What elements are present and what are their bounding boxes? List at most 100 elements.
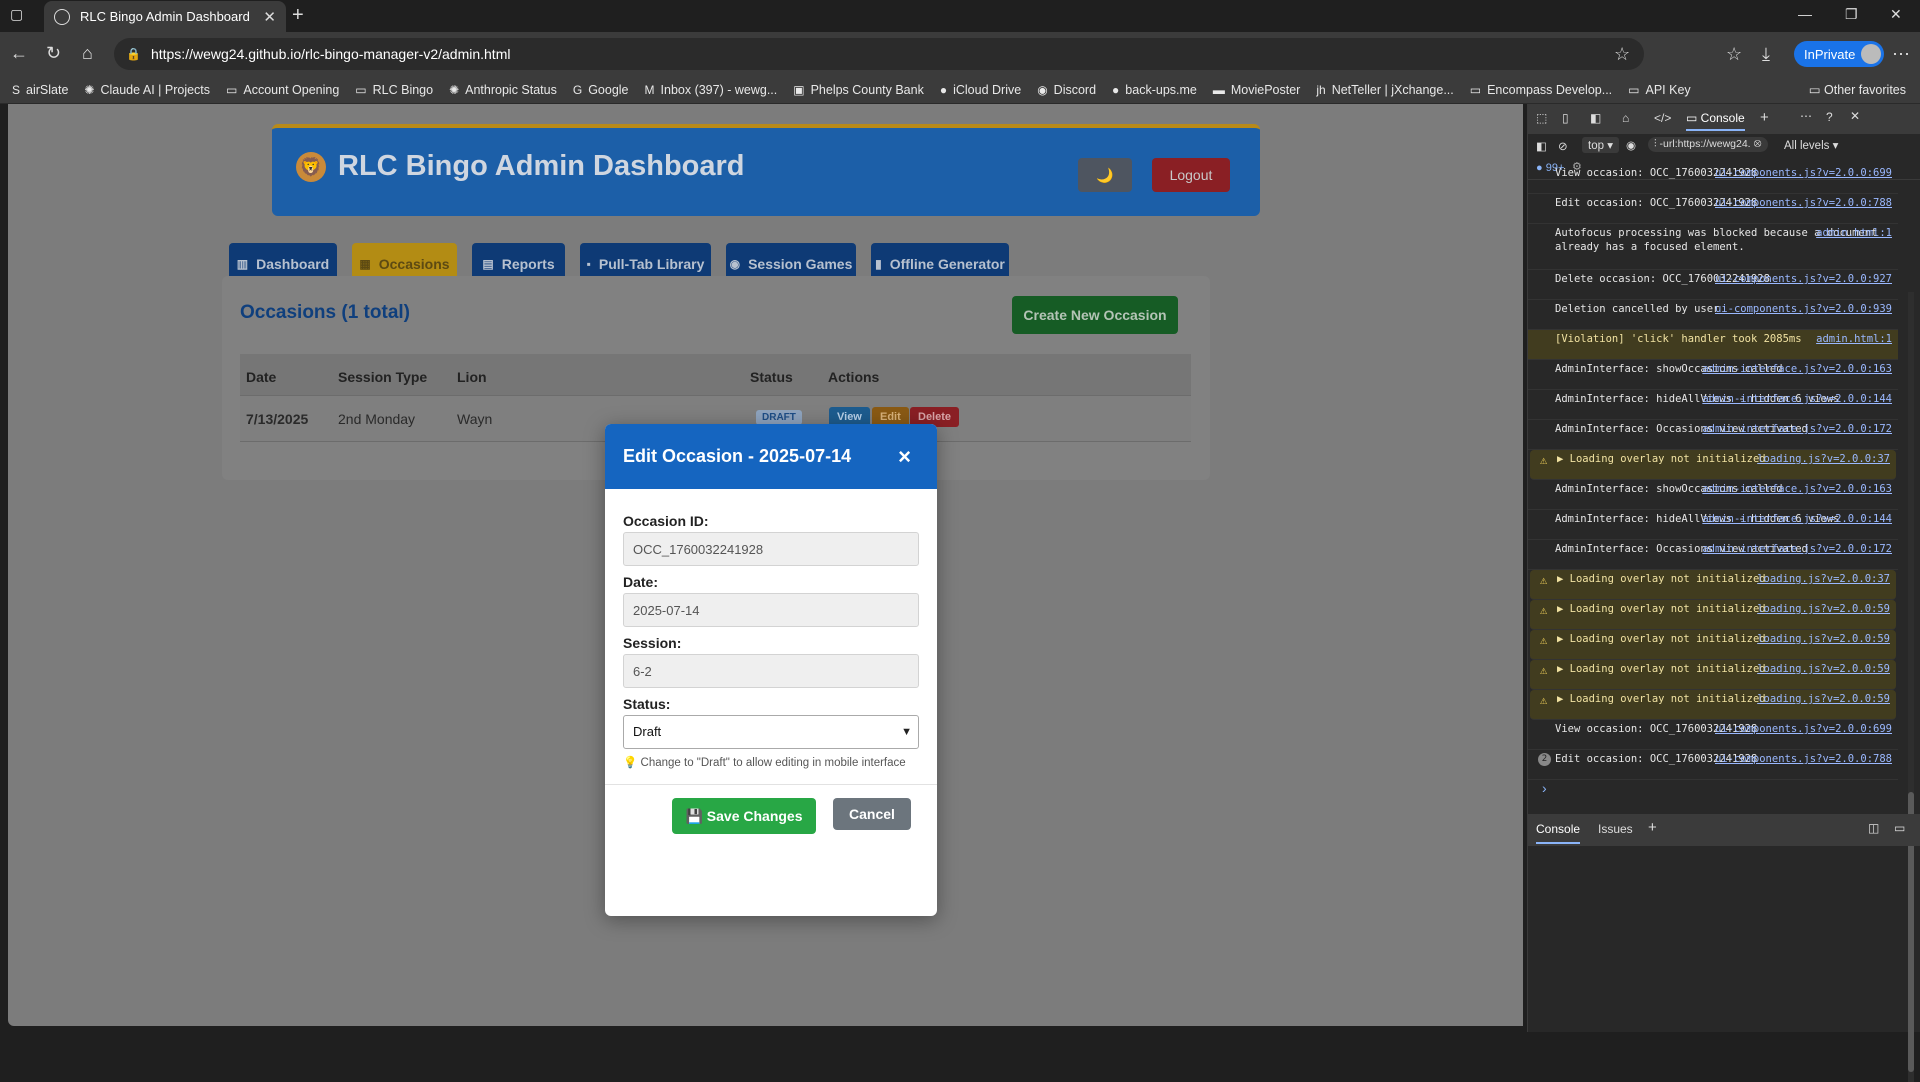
dock-icon[interactable]: ◧ [1590, 111, 1601, 125]
console-warning[interactable]: ⚠ ▶ Loading overlay not initialized loadin… [1530, 630, 1896, 660]
sidebar-icon[interactable]: ◧ [1536, 139, 1547, 153]
console-warning[interactable]: ⚠ ▶ Loading overlay not initialized loadin… [1530, 450, 1896, 480]
more-icon[interactable]: ⋯ [1892, 44, 1910, 65]
console-message[interactable]: AdminInterface: Occasions view activated… [1528, 420, 1898, 450]
cell-date: 7/13/2025 [246, 411, 309, 427]
favorite-icon: ● [1112, 82, 1120, 97]
levels-select[interactable]: All levels ▾ [1784, 138, 1838, 152]
console-violation[interactable]: [Violation] 'click' handler took 2085ms a… [1528, 330, 1898, 360]
refresh-icon[interactable]: ↻ [46, 43, 61, 64]
console-warning[interactable]: ⚠ ▶ Loading overlay not initialized loadin… [1530, 600, 1896, 630]
status-select[interactable]: Draft ▼ [623, 715, 919, 749]
close-icon[interactable]: ✕ [1850, 109, 1860, 123]
date-field[interactable]: 2025-07-14 [623, 593, 919, 627]
favorite-item[interactable]: ▭ Account Opening [226, 83, 339, 97]
restore-icon[interactable]: ❐ [1845, 6, 1858, 23]
console-message[interactable]: Edit occasion: OCC_1760032241928 ui-compo… [1528, 194, 1898, 224]
collections-icon[interactable]: ☆ [1726, 44, 1742, 65]
logout-button[interactable]: Logout [1152, 158, 1230, 192]
tab-console[interactable]: ▭ Console [1686, 111, 1745, 131]
close-window-icon[interactable]: ✕ [1890, 6, 1902, 23]
warning-icon: ⚠ [1540, 603, 1548, 617]
favorite-item[interactable]: M Inbox (397) - wewg... [645, 83, 778, 97]
favorite-item[interactable]: ▭ Encompass Develop... [1470, 83, 1612, 97]
repeat-count: 2 [1538, 753, 1551, 766]
console-message[interactable]: AdminInterface: hideAllViews - hidden 6 … [1528, 510, 1898, 540]
browser-tab[interactable]: RLC Bingo Admin Dashboard ✕ [44, 1, 286, 32]
console-warning[interactable]: ⚠ ▶ Loading overlay not initialized loadin… [1530, 660, 1896, 690]
address-bar[interactable]: 🔒 https://wewg24.github.io/rlc-bingo-man… [114, 38, 1644, 70]
console-message[interactable]: AdminInterface: hideAllViews - hidden 6 … [1528, 390, 1898, 420]
tab-actions-icon[interactable]: ▢ [10, 6, 23, 23]
home-icon[interactable]: ⌂ [82, 43, 93, 64]
other-favorites[interactable]: ▭ Other favorites [1809, 82, 1906, 97]
close-drawer-icon[interactable]: ▭ [1894, 821, 1905, 835]
theme-toggle-button[interactable]: 🌙 [1078, 158, 1132, 192]
session-field[interactable]: 6-2 [623, 654, 919, 688]
inprivate-badge[interactable]: InPrivate [1794, 41, 1884, 67]
console-message[interactable]: Autofocus processing was blocked because… [1528, 224, 1898, 270]
console-message[interactable]: AdminInterface: Occasions view activated… [1528, 540, 1898, 570]
clear-icon[interactable]: ⊘ [1558, 139, 1568, 153]
undock-icon[interactable]: ◫ [1868, 821, 1879, 835]
console-message[interactable]: AdminInterface: showOccasions called admi… [1528, 360, 1898, 390]
context-select[interactable]: top ▾ [1582, 137, 1619, 153]
favorite-item[interactable]: ▭ API Key [1628, 83, 1691, 97]
favorite-item[interactable]: jh NetTeller | jXchange... [1316, 83, 1453, 97]
home-icon[interactable]: ⌂ [1622, 111, 1629, 125]
eye-icon[interactable]: ◉ [1626, 138, 1636, 152]
console-message[interactable]: View occasion: OCC_1760032241928 ui-compo… [1528, 164, 1898, 194]
lock-icon: 🔒 [126, 47, 141, 61]
minimize-icon[interactable]: — [1798, 6, 1812, 22]
close-tab-icon[interactable]: ✕ [263, 8, 276, 26]
favorite-item[interactable]: SairSlate [12, 83, 68, 97]
favorite-star-icon[interactable]: ☆ [1614, 44, 1630, 65]
downloads-icon[interactable]: ⤓ [1762, 44, 1770, 65]
favorite-item[interactable]: ▣ Phelps County Bank [793, 83, 924, 97]
status-hint: 💡 Change to "Draft" to allow editing in … [623, 755, 906, 769]
generator-icon: ▮ [875, 257, 882, 271]
devtools-drawer-tabs: Console Issues + ◫ ▭ [1528, 814, 1920, 846]
favorite-item[interactable]: ● back-ups.me [1112, 83, 1197, 97]
create-occasion-button[interactable]: Create New Occasion [1012, 296, 1178, 334]
console-message[interactable]: Deletion cancelled by user ui-components.… [1528, 300, 1898, 330]
back-icon[interactable]: ← [10, 43, 28, 64]
favorite-icon: ✺ [84, 82, 95, 97]
favorite-item[interactable]: G Google [573, 83, 629, 97]
favorite-item[interactable]: ✺ Anthropic Status [449, 83, 557, 97]
globe-icon [54, 8, 70, 25]
favorite-item[interactable]: ✺ Claude AI | Projects [84, 83, 210, 97]
console-scrollbar[interactable] [1908, 292, 1914, 1082]
favorite-item[interactable]: ▬ MoviePoster [1213, 83, 1300, 97]
new-tab-icon[interactable]: + [292, 4, 304, 27]
add-tab-icon[interactable]: + [1760, 109, 1769, 126]
device-icon[interactable]: ▯ [1562, 111, 1569, 125]
console-filter[interactable]: ⫶ -url:https://wewg24. ⊗ [1648, 137, 1768, 152]
devtools-tabbar: ⬚ ▯ ◧ ⌂ </> ▭ Console + ⋯ ? ✕ [1528, 104, 1920, 134]
add-drawer-tab-icon[interactable]: + [1648, 819, 1657, 836]
cancel-button[interactable]: Cancel [833, 798, 911, 830]
console-warning[interactable]: ⚠ ▶ Loading overlay not initialized loadin… [1530, 690, 1896, 720]
warning-icon: ⚠ [1540, 453, 1548, 467]
occasion-id-field[interactable]: OCC_1760032241928 [623, 532, 919, 566]
inspect-icon[interactable]: ⬚ [1536, 111, 1547, 125]
close-icon[interactable]: × [898, 444, 911, 470]
console-message[interactable]: 2 Edit occasion: OCC_1760032241928 ui-comp… [1528, 750, 1898, 780]
help-icon[interactable]: ? [1826, 110, 1833, 124]
favorite-item[interactable]: ▭ RLC Bingo [355, 83, 433, 97]
save-button[interactable]: 💾 Save Changes [672, 798, 816, 834]
elements-icon[interactable]: </> [1654, 111, 1671, 125]
session-label: Session: [623, 635, 682, 651]
console-warning[interactable]: ⚠ ▶ Loading overlay not initialized loadin… [1530, 570, 1896, 600]
more-icon[interactable]: ⋯ [1800, 109, 1812, 123]
favorite-icon: ▬ [1212, 82, 1225, 97]
google-icon: G [572, 82, 583, 97]
console-message[interactable]: View occasion: OCC_1760032241928 ui-compo… [1528, 720, 1898, 750]
console-message[interactable]: Delete occasion: OCC_1760032241928 ui-com… [1528, 270, 1898, 300]
drawer-tab-issues[interactable]: Issues [1598, 822, 1633, 836]
console-prompt[interactable]: › [1542, 780, 1547, 796]
drawer-tab-console[interactable]: Console [1536, 822, 1581, 844]
console-message[interactable]: AdminInterface: showOccasions called admi… [1528, 480, 1898, 510]
favorite-item[interactable]: ● iCloud Drive [940, 83, 1021, 97]
favorite-item[interactable]: ◉ Discord [1037, 83, 1096, 97]
